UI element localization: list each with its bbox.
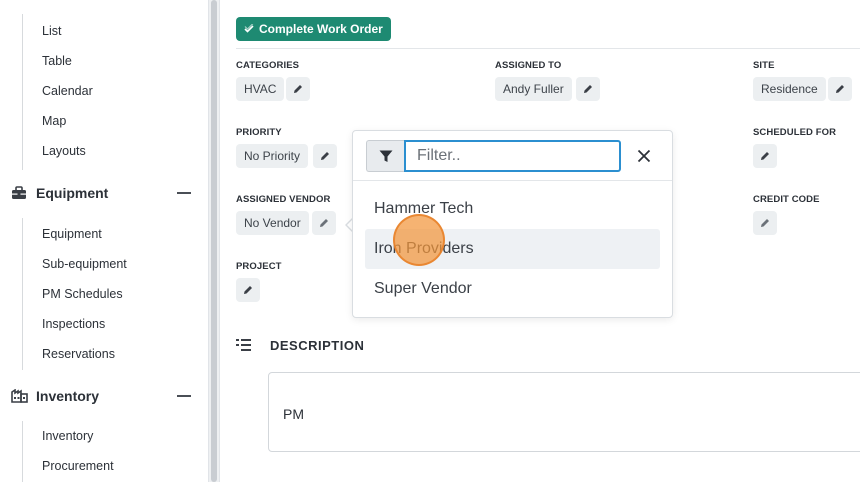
- dropdown-pointer: [345, 218, 353, 232]
- complete-work-order-label: Complete Work Order: [259, 22, 383, 36]
- edit-scheduled-for-button[interactable]: [753, 144, 777, 168]
- assigned-vendor-label: ASSIGNED VENDOR: [236, 194, 331, 205]
- filter-icon: [379, 150, 392, 162]
- edit-priority-button[interactable]: [313, 144, 337, 168]
- edit-assigned-vendor-button[interactable]: [312, 211, 336, 235]
- site-label: SITE: [753, 60, 775, 71]
- close-icon: [637, 149, 651, 163]
- nav-group-line: [22, 218, 23, 370]
- sidebar-section-inventory[interactable]: Inventory: [10, 385, 195, 407]
- sidebar-item-procurement[interactable]: Procurement: [42, 458, 114, 474]
- assigned-vendor-chip: No Vendor: [236, 211, 309, 235]
- pencil-icon: [584, 85, 592, 93]
- sidebar-item-list[interactable]: List: [42, 23, 61, 39]
- divider: [236, 48, 860, 49]
- warehouse-icon: [10, 388, 28, 404]
- description-title: DESCRIPTION: [270, 337, 365, 353]
- project-label: PROJECT: [236, 261, 282, 272]
- dropdown-header: [353, 131, 672, 181]
- double-check-icon: [244, 24, 254, 33]
- sidebar-item-reservations[interactable]: Reservations: [42, 346, 115, 362]
- app-window: List Table Calendar Map Layouts Equipmen…: [0, 0, 860, 482]
- complete-work-order-button[interactable]: Complete Work Order: [236, 17, 391, 41]
- sidebar-item-pm-schedules[interactable]: PM Schedules: [42, 286, 123, 302]
- vendor-filter-input[interactable]: [404, 140, 621, 172]
- vendor-option-hammer-tech[interactable]: Hammer Tech: [365, 189, 660, 229]
- sidebar-item-layouts[interactable]: Layouts: [42, 143, 86, 159]
- sidebar-item-inspections[interactable]: Inspections: [42, 316, 105, 332]
- pencil-icon: [320, 219, 328, 227]
- pencil-icon: [244, 286, 252, 294]
- edit-assigned-to-button[interactable]: [576, 77, 600, 101]
- nav-group-line: [22, 14, 23, 170]
- edit-project-button[interactable]: [236, 278, 260, 302]
- scheduled-for-label: SCHEDULED FOR: [753, 127, 837, 138]
- sidebar-item-sub-equipment[interactable]: Sub-equipment: [42, 256, 127, 272]
- sidebar-section-label: Equipment: [36, 185, 109, 201]
- sidebar-item-calendar[interactable]: Calendar: [42, 83, 93, 99]
- sidebar-scrollbar[interactable]: [208, 0, 220, 482]
- pencil-icon: [836, 85, 844, 93]
- toolbox-icon: [10, 185, 28, 201]
- sidebar: List Table Calendar Map Layouts Equipmen…: [0, 0, 208, 482]
- categories-chip: HVAC: [236, 77, 285, 101]
- text-align-icon: [236, 339, 251, 351]
- collapse-icon[interactable]: [177, 192, 191, 194]
- filter-button[interactable]: [366, 140, 404, 172]
- pencil-icon: [761, 219, 769, 227]
- site-chip: Residence: [753, 77, 826, 101]
- edit-site-button[interactable]: [828, 77, 852, 101]
- assigned-to-label: ASSIGNED TO: [495, 60, 562, 71]
- nav-group-line: [22, 421, 23, 482]
- sidebar-section-equipment[interactable]: Equipment: [10, 182, 195, 204]
- scrollbar-thumb[interactable]: [211, 0, 217, 482]
- description-header: DESCRIPTION: [236, 336, 364, 354]
- vendor-option-super-vendor[interactable]: Super Vendor: [365, 269, 660, 309]
- vendor-dropdown: Hammer Tech Iron Providers Super Vendor: [352, 130, 673, 318]
- categories-label: CATEGORIES: [236, 60, 300, 71]
- sidebar-item-equipment[interactable]: Equipment: [42, 226, 102, 242]
- close-dropdown-button[interactable]: [635, 147, 653, 165]
- sidebar-section-label: Inventory: [36, 388, 100, 404]
- priority-chip: No Priority: [236, 144, 309, 168]
- sidebar-item-table[interactable]: Table: [42, 53, 72, 69]
- assigned-to-chip: Andy Fuller: [495, 77, 572, 101]
- vendor-option-iron-providers[interactable]: Iron Providers: [365, 229, 660, 269]
- pencil-icon: [321, 152, 329, 160]
- description-field[interactable]: PM: [268, 372, 860, 452]
- edit-credit-code-button[interactable]: [753, 211, 777, 235]
- edit-categories-button[interactable]: [286, 77, 310, 101]
- priority-label: PRIORITY: [236, 127, 282, 138]
- pencil-icon: [294, 85, 302, 93]
- sidebar-item-inventory[interactable]: Inventory: [42, 428, 93, 444]
- sidebar-item-map[interactable]: Map: [42, 113, 66, 129]
- credit-code-label: CREDIT CODE: [753, 194, 820, 205]
- description-text: PM: [283, 406, 304, 422]
- pencil-icon: [761, 152, 769, 160]
- collapse-icon[interactable]: [177, 395, 191, 397]
